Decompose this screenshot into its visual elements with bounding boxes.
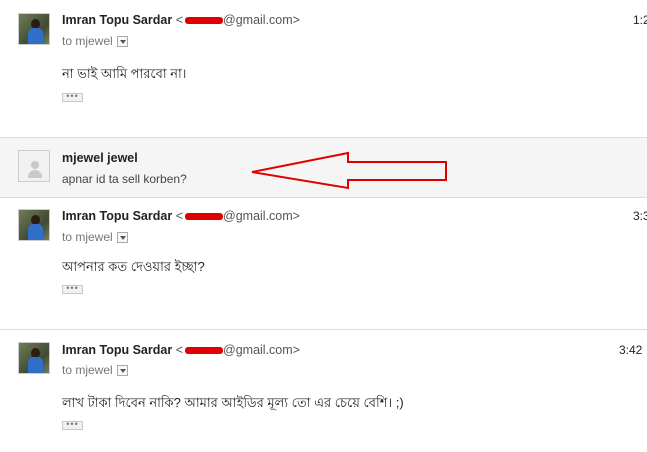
annotation-arrow-shape [251, 151, 447, 190]
annotation-arrow-icon [251, 151, 447, 190]
